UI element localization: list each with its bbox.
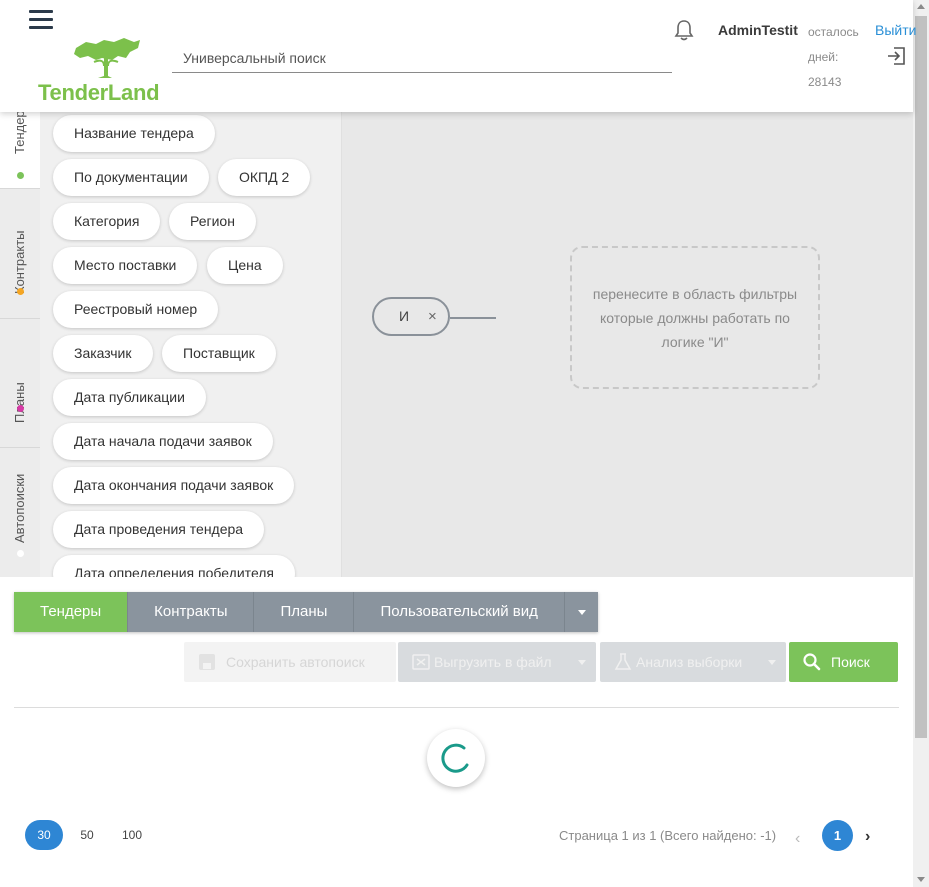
filter-chip[interactable]: Категория <box>53 203 161 240</box>
search-label: Поиск <box>831 654 870 670</box>
vtab-tenders-dot <box>17 172 24 179</box>
dropzone-hint: перенесите в область фильтры которые дол… <box>592 285 798 350</box>
export-file-label: Выгрузить в файл <box>434 654 552 670</box>
vertical-tabs: Тендеры Контракты Планы Автопоиски <box>0 72 40 577</box>
filter-chip[interactable]: ОКПД 2 <box>218 159 311 196</box>
vtab-autosearch-label: Автопоиски <box>12 473 27 543</box>
save-icon <box>199 654 215 670</box>
next-page-icon[interactable]: › <box>865 828 870 846</box>
filter-dropzone[interactable]: перенесите в область фильтры которые дол… <box>570 246 820 389</box>
filter-chip[interactable]: Место поставки <box>53 247 198 284</box>
top-header: TenderLand AdminTestit осталось дней: 28… <box>0 0 916 112</box>
loading-spinner <box>427 729 485 787</box>
view-tabs-dropdown-icon[interactable] <box>564 592 598 632</box>
view-tab-custom[interactable]: Пользовательский вид <box>354 592 565 632</box>
search-icon <box>803 653 821 671</box>
remove-operator-icon[interactable]: × <box>428 308 437 325</box>
current-page-button[interactable]: 1 <box>822 820 853 851</box>
view-tab-plans[interactable]: Планы <box>254 592 355 632</box>
logic-operator-label: И <box>399 308 410 324</box>
connector-line <box>450 317 496 319</box>
days-label: осталось дней: <box>808 25 859 64</box>
vtab-contracts-label: Контракты <box>12 230 27 294</box>
tree-map-logo-icon <box>74 38 140 78</box>
excel-icon <box>412 654 430 670</box>
page-size-100[interactable]: 100 <box>113 820 151 850</box>
filter-chip[interactable]: Поставщик <box>162 335 276 372</box>
page-info: Страница 1 из 1 (Всего найдено: -1) <box>559 828 777 843</box>
results-panel: Тендеры Контракты Планы Пользовательский… <box>0 577 913 887</box>
filter-logic-area: И × перенесите в область фильтры которые… <box>342 112 913 577</box>
page-scrollbar[interactable] <box>913 0 929 887</box>
save-autosearch-label: Сохранить автопоиск <box>226 654 365 670</box>
view-tabs: Тендеры Контракты Планы Пользовательский… <box>14 592 598 632</box>
filter-chip[interactable]: По документации <box>53 159 209 196</box>
prev-page-icon[interactable]: ‹ <box>795 830 800 848</box>
analyze-button[interactable]: Анализ выборки <box>600 642 786 682</box>
page-size-30[interactable]: 30 <box>25 820 63 850</box>
vtab-autosearch-dot <box>17 550 24 557</box>
vtab-plans-label: Планы <box>12 382 27 423</box>
search-input[interactable] <box>172 44 672 72</box>
filter-chip[interactable]: Реестровый номер <box>53 291 219 328</box>
days-value: 28143 <box>808 75 842 89</box>
spinner-icon <box>441 743 469 773</box>
divider <box>14 707 899 708</box>
filter-chip[interactable]: Заказчик <box>53 335 153 372</box>
filter-chip[interactable]: Дата определения победителя <box>53 555 296 577</box>
days-remaining: осталось дней: 28143 <box>808 20 868 95</box>
logout-link[interactable]: Выйти <box>875 22 916 38</box>
universal-search[interactable] <box>172 44 672 73</box>
flask-icon <box>614 653 632 670</box>
filter-chip[interactable]: Дата проведения тендера <box>53 511 265 548</box>
export-dropdown-icon[interactable] <box>578 660 586 665</box>
vtab-contracts-dot <box>17 288 24 295</box>
user-name[interactable]: AdminTestit <box>718 22 798 38</box>
logic-operator-and[interactable]: И × <box>372 297 450 336</box>
vtab-contracts[interactable]: Контракты <box>0 189 40 319</box>
filter-chip[interactable]: Цена <box>207 247 283 284</box>
filter-chip[interactable]: Дата публикации <box>53 379 206 416</box>
analyze-label: Анализ выборки <box>636 654 743 670</box>
view-tab-contracts[interactable]: Контракты <box>128 592 255 632</box>
filter-chip[interactable]: Дата окончания подачи заявок <box>53 467 295 504</box>
analyze-dropdown-icon[interactable] <box>768 660 776 665</box>
scroll-up-icon[interactable] <box>917 4 925 9</box>
menu-icon[interactable] <box>29 10 53 30</box>
filter-chips-panel: Название тендера По документации ОКПД 2 … <box>40 112 342 577</box>
filter-chip[interactable]: Дата начала подачи заявок <box>53 423 273 460</box>
save-autosearch-button[interactable]: Сохранить автопоиск <box>184 642 396 682</box>
export-file-button[interactable]: Выгрузить в файл <box>398 642 596 682</box>
filter-chip[interactable]: Название тендера <box>53 115 215 152</box>
logo[interactable]: TenderLand <box>38 36 160 105</box>
scroll-thumb[interactable] <box>915 16 927 738</box>
page-size-50[interactable]: 50 <box>68 820 106 850</box>
filter-chip[interactable]: Регион <box>169 203 256 240</box>
logo-text: TenderLand <box>38 80 160 105</box>
search-button[interactable]: Поиск <box>789 642 898 682</box>
view-tab-tenders[interactable]: Тендеры <box>14 592 129 632</box>
vtab-plans-dot <box>17 405 24 412</box>
scroll-down-icon[interactable] <box>917 877 925 882</box>
bell-icon[interactable] <box>674 19 694 41</box>
vtab-plans[interactable]: Планы <box>0 319 40 448</box>
logout-icon[interactable] <box>886 46 906 66</box>
vtab-autosearch[interactable]: Автопоиски <box>0 448 40 577</box>
